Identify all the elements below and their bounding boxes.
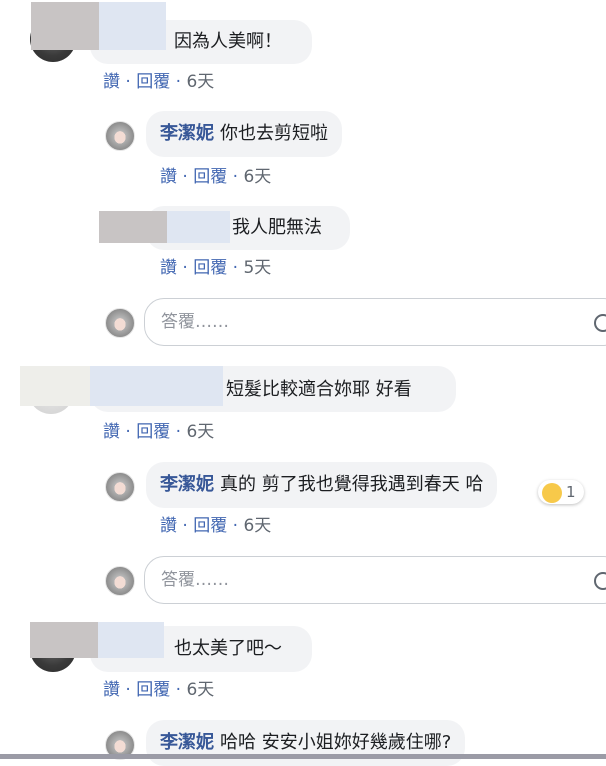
reply-text: 真的 剪了我也覺得我遇到春天 哈 — [220, 474, 484, 495]
reply-input[interactable]: 答覆…… — [144, 556, 606, 604]
reply-link[interactable]: 回覆 — [193, 167, 227, 187]
reply-actions: 讚 · 回覆 · 6天 — [160, 516, 272, 536]
comment-time[interactable]: 6天 — [186, 72, 214, 92]
redacted-name-block — [99, 211, 167, 243]
emoji-icon[interactable] — [594, 314, 606, 332]
reply-actions: 讚 · 回覆 · 5天 — [160, 258, 272, 278]
comment-actions: 讚 · 回覆 · 6天 — [103, 72, 215, 92]
haha-reaction-icon — [542, 482, 562, 503]
replier-name[interactable]: 李潔妮 — [160, 474, 214, 495]
comment-actions: 讚 · 回覆 · 6天 — [103, 422, 215, 442]
comment-text: 也太美了吧～ — [174, 638, 282, 659]
like-link[interactable]: 讚 — [103, 72, 120, 92]
reply-actions: 讚 · 回覆 · 6天 — [160, 167, 272, 187]
reply-link[interactable]: 回覆 — [136, 422, 170, 442]
reply-input[interactable]: 答覆…… — [144, 298, 606, 346]
reply-text: 哈哈 安安小姐妳好幾歲住哪? — [220, 732, 452, 753]
comment-text: 因為人美啊！ — [174, 31, 282, 52]
redacted-name-block — [90, 366, 157, 406]
reply-text: 我人肥無法 — [232, 217, 322, 238]
my-avatar — [105, 308, 135, 338]
reaction-badge[interactable]: 1 — [538, 480, 584, 504]
redacted-name-block — [157, 366, 223, 406]
like-link[interactable]: 讚 — [160, 258, 177, 278]
replier-avatar[interactable] — [105, 472, 135, 502]
my-avatar — [105, 566, 135, 596]
reply-time[interactable]: 5天 — [243, 258, 271, 278]
comment-actions: 讚 · 回覆 · 6天 — [103, 680, 215, 700]
comment-time[interactable]: 6天 — [186, 680, 214, 700]
reply-link[interactable]: 回覆 — [136, 680, 170, 700]
redacted-name-block — [30, 622, 98, 658]
redacted-name-block — [31, 2, 99, 50]
redacted-name-block — [20, 366, 90, 406]
reply-bubble: 李潔妮 你也去剪短啦 — [146, 111, 342, 157]
comment-text: 短髮比較適合妳耶 好看 — [226, 379, 412, 400]
reply-bubble: 李潔妮 真的 剪了我也覺得我遇到春天 哈 — [146, 462, 498, 508]
bottom-bar — [0, 754, 606, 759]
like-link[interactable]: 讚 — [103, 680, 120, 700]
redacted-name-block — [98, 622, 164, 658]
reply-time[interactable]: 6天 — [243, 167, 271, 187]
replier-avatar[interactable] — [105, 121, 135, 151]
reply-text: 你也去剪短啦 — [220, 123, 328, 144]
redacted-name-block — [99, 2, 166, 50]
redacted-name-block — [167, 211, 230, 243]
like-link[interactable]: 讚 — [160, 167, 177, 187]
replier-name[interactable]: 李潔妮 — [160, 732, 214, 753]
emoji-icon[interactable] — [594, 572, 606, 590]
reaction-count: 1 — [566, 483, 576, 501]
reply-link[interactable]: 回覆 — [136, 72, 170, 92]
like-link[interactable]: 讚 — [103, 422, 120, 442]
reply-bubble: 李潔妮 哈哈 安安小姐妳好幾歲住哪? — [146, 720, 466, 766]
reply-link[interactable]: 回覆 — [193, 258, 227, 278]
reply-link[interactable]: 回覆 — [193, 516, 227, 536]
replier-name[interactable]: 李潔妮 — [160, 123, 214, 144]
comment-time[interactable]: 6天 — [186, 422, 214, 442]
reply-time[interactable]: 6天 — [243, 516, 271, 536]
like-link[interactable]: 讚 — [160, 516, 177, 536]
